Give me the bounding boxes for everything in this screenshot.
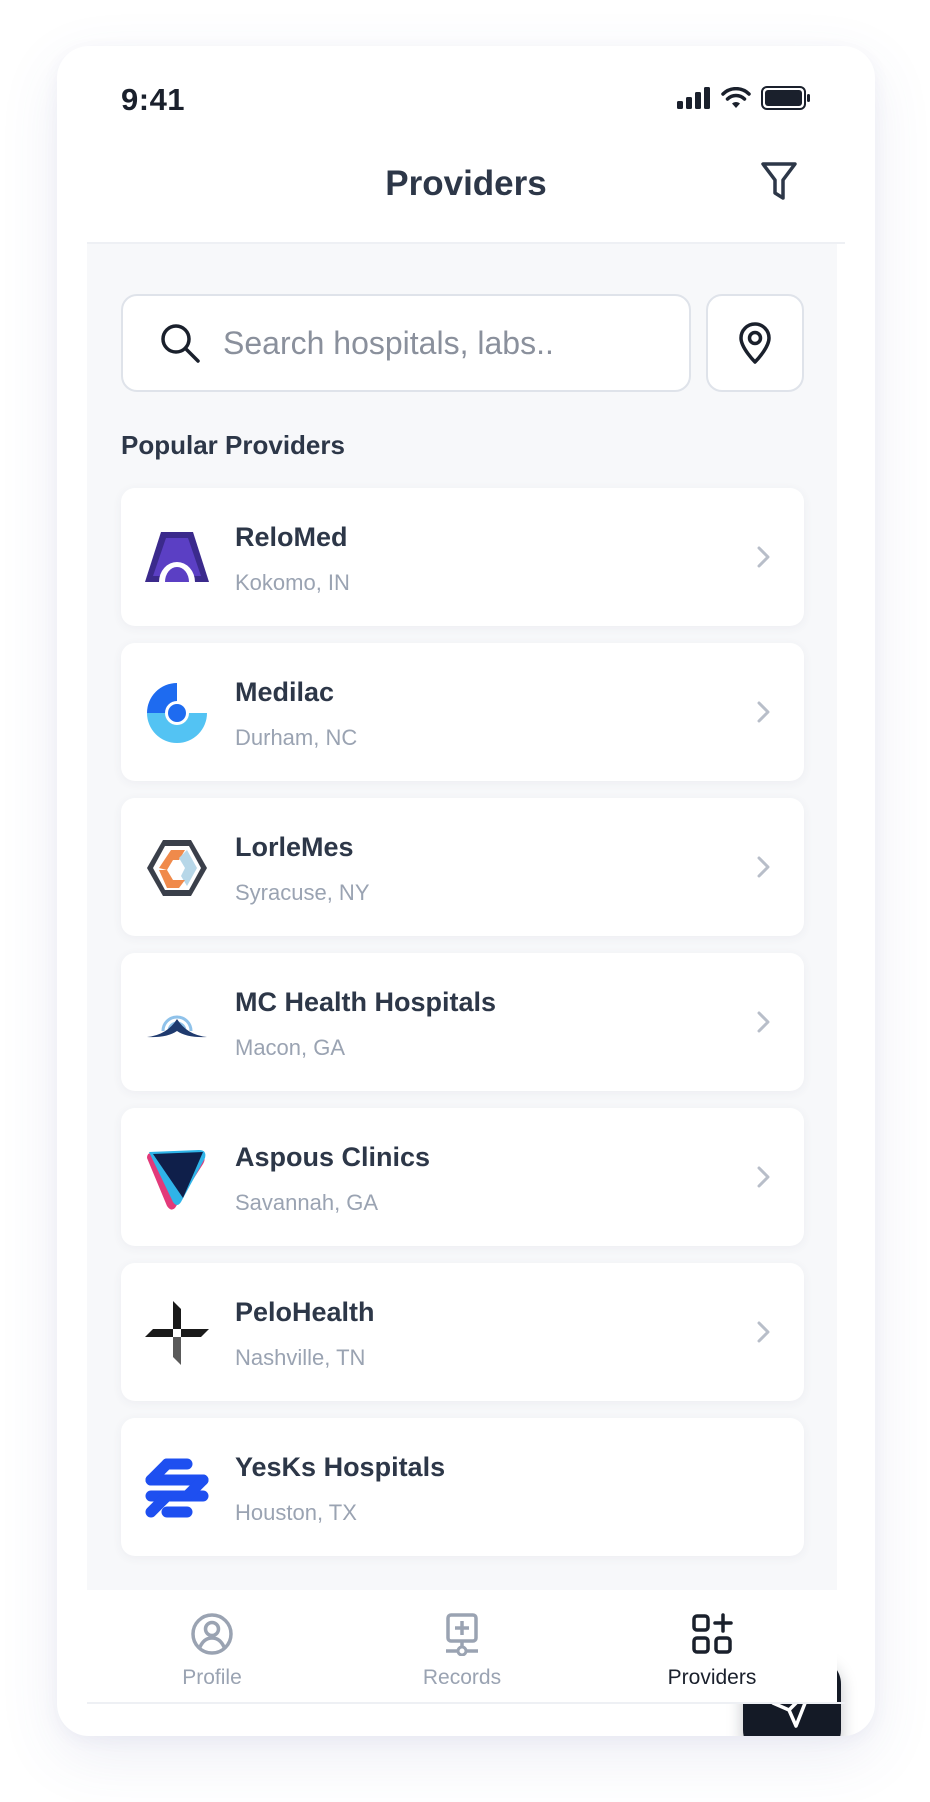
mc-health-logo-icon <box>147 1015 207 1038</box>
wifi-icon <box>721 87 751 108</box>
provider-name: PeloHealth <box>235 1297 375 1327</box>
provider-card[interactable]: PeloHealth Nashville, TN <box>121 1263 804 1401</box>
medilac-logo-icon <box>147 683 207 743</box>
location-pin-icon <box>739 322 771 364</box>
provider-list: ReloMed Kokomo, IN Medilac Durham, NC Lo… <box>121 488 804 1573</box>
nav-item-profile[interactable]: Profile <box>87 1590 337 1702</box>
aspous-logo-icon <box>147 1150 206 1210</box>
phone-frame: 9:41 Providers Search hospitals, labs.. … <box>57 46 875 1736</box>
chevron-right-icon <box>757 1011 770 1033</box>
provider-card[interactable]: ReloMed Kokomo, IN <box>121 488 804 626</box>
search-input[interactable] <box>223 324 663 362</box>
nav-item-records[interactable]: Records <box>337 1590 587 1702</box>
provider-location: Kokomo, IN <box>235 570 350 595</box>
filter-icon <box>761 162 797 200</box>
filter-button[interactable] <box>757 158 801 206</box>
page-title: Providers <box>385 164 547 203</box>
chevron-right-icon <box>757 1321 770 1343</box>
bottom-divider <box>87 1702 845 1704</box>
pelohealth-logo-icon <box>145 1301 209 1365</box>
provider-location: Syracuse, NY <box>235 880 370 905</box>
provider-location: Houston, TX <box>235 1500 357 1525</box>
records-icon <box>446 1613 478 1656</box>
nav-item-providers[interactable]: Providers <box>587 1590 837 1702</box>
chevron-right-icon <box>757 701 770 723</box>
chevron-right-icon <box>757 1166 770 1188</box>
provider-card[interactable]: YesKs Hospitals Houston, TX <box>121 1418 804 1556</box>
provider-card[interactable]: Aspous Clinics Savannah, GA <box>121 1108 804 1246</box>
content-area: Popular Providers ReloMed Kokomo, IN <box>87 244 841 1736</box>
search-box[interactable] <box>121 294 691 392</box>
profile-icon <box>191 1613 233 1655</box>
signal-icon <box>677 87 710 109</box>
relomed-logo-icon <box>145 532 209 582</box>
provider-location: Nashville, TN <box>235 1345 366 1370</box>
section-title: Popular Providers <box>121 430 345 460</box>
provider-name: Aspous Clinics <box>235 1142 431 1172</box>
chevron-right-icon <box>757 856 770 878</box>
provider-name: Medilac <box>235 677 335 707</box>
provider-name: ReloMed <box>235 522 348 552</box>
chevron-right-icon <box>757 546 770 568</box>
battery-icon <box>761 86 810 110</box>
nav-label-records: Records <box>422 1666 502 1689</box>
provider-name: YesKs Hospitals <box>235 1452 446 1482</box>
location-button[interactable] <box>706 294 804 392</box>
status-time: 9:41 <box>121 82 186 117</box>
search-icon <box>161 324 200 363</box>
provider-location: Macon, GA <box>235 1035 346 1060</box>
nav-label-profile: Profile <box>182 1666 242 1689</box>
provider-location: Savannah, GA <box>235 1190 379 1215</box>
provider-name: MC Health Hospitals <box>235 987 497 1017</box>
provider-card[interactable]: LorleMes Syracuse, NY <box>121 798 804 936</box>
provider-location: Durham, NC <box>235 725 358 750</box>
bottom-nav: Profile Records Providers <box>87 1590 837 1702</box>
provider-card[interactable]: MC Health Hospitals Macon, GA <box>121 953 804 1091</box>
status-icons <box>677 86 811 110</box>
provider-name: LorleMes <box>235 832 354 862</box>
providers-grid-icon <box>692 1613 733 1654</box>
lorlemes-logo-icon <box>147 840 207 896</box>
yesks-logo-icon <box>145 1458 209 1518</box>
provider-card[interactable]: Medilac Durham, NC <box>121 643 804 781</box>
nav-label-providers: Providers <box>667 1666 757 1689</box>
